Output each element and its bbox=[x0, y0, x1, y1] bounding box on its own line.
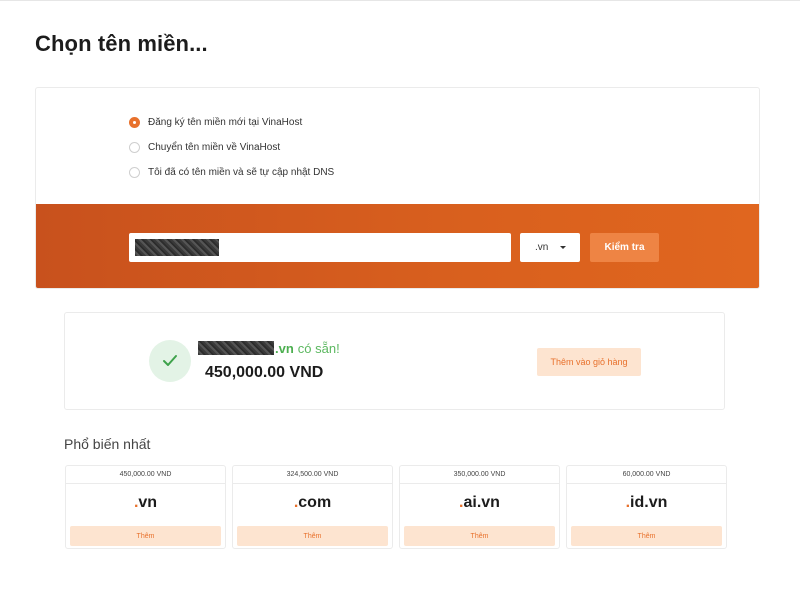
option-register[interactable]: Đăng ký tên miền mới tại VinaHost bbox=[129, 110, 334, 135]
tld-card-name: .com bbox=[293, 494, 332, 511]
popular-heading: Phổ biến nhất bbox=[64, 436, 151, 452]
tld-select[interactable]: .vn bbox=[520, 233, 580, 262]
tld-card-name: .vn bbox=[133, 494, 158, 511]
popular-tld-card: 60,000.00 VND .id.vn Thêm bbox=[566, 465, 727, 549]
add-to-cart-button[interactable]: Thêm vào giỏ hàng bbox=[537, 348, 641, 376]
tld-card-add-button[interactable]: Thêm bbox=[237, 526, 388, 546]
result-tld: .vn bbox=[275, 340, 294, 356]
option-own-domain[interactable]: Tôi đã có tên miền và sẽ tự cập nhật DNS bbox=[129, 160, 334, 185]
radio-register[interactable] bbox=[129, 117, 140, 128]
availability-line: .vn có sẵn! bbox=[198, 340, 340, 356]
tld-card-price: 450,000.00 VND bbox=[66, 466, 225, 484]
option-transfer[interactable]: Chuyển tên miền về VinaHost bbox=[129, 135, 334, 160]
radio-own-domain[interactable] bbox=[129, 167, 140, 178]
tld-select-value: .vn bbox=[535, 242, 549, 253]
popular-tld-card: 450,000.00 VND .vn Thêm bbox=[65, 465, 226, 549]
tld-card-name: .id.vn bbox=[625, 494, 668, 511]
caret-down-icon bbox=[560, 246, 566, 249]
option-transfer-label: Chuyển tên miền về VinaHost bbox=[148, 142, 281, 153]
availability-status: có sẵn! bbox=[297, 340, 340, 356]
available-badge bbox=[149, 340, 191, 382]
tld-card-price: 350,000.00 VND bbox=[400, 466, 559, 484]
redacted-domain-name bbox=[198, 341, 274, 355]
domain-option-group: Đăng ký tên miền mới tại VinaHost Chuyển… bbox=[129, 110, 334, 185]
tld-card-add-button[interactable]: Thêm bbox=[70, 526, 221, 546]
tld-card-add-button[interactable]: Thêm bbox=[404, 526, 555, 546]
option-register-label: Đăng ký tên miền mới tại VinaHost bbox=[148, 117, 303, 128]
availability-result-card: .vn có sẵn! 450,000.00 VND Thêm vào giỏ … bbox=[64, 312, 725, 410]
domain-search-input[interactable] bbox=[129, 233, 511, 262]
page-title: Chọn tên miền... bbox=[35, 31, 208, 56]
domain-search-band: .vn Kiểm tra bbox=[36, 204, 759, 288]
tld-card-price: 324,500.00 VND bbox=[233, 466, 392, 484]
checkmark-icon bbox=[163, 355, 177, 366]
tld-card-price: 60,000.00 VND bbox=[567, 466, 726, 484]
result-price: 450,000.00 VND bbox=[205, 364, 324, 381]
radio-transfer[interactable] bbox=[129, 142, 140, 153]
tld-card-add-button[interactable]: Thêm bbox=[571, 526, 722, 546]
tld-card-name: .ai.vn bbox=[459, 494, 500, 511]
option-own-domain-label: Tôi đã có tên miền và sẽ tự cập nhật DNS bbox=[148, 167, 335, 178]
popular-tld-card: 350,000.00 VND .ai.vn Thêm bbox=[399, 465, 560, 549]
check-domain-button[interactable]: Kiểm tra bbox=[590, 233, 659, 262]
popular-tld-card: 324,500.00 VND .com Thêm bbox=[232, 465, 393, 549]
domain-choice-card: Đăng ký tên miền mới tại VinaHost Chuyển… bbox=[35, 87, 760, 289]
